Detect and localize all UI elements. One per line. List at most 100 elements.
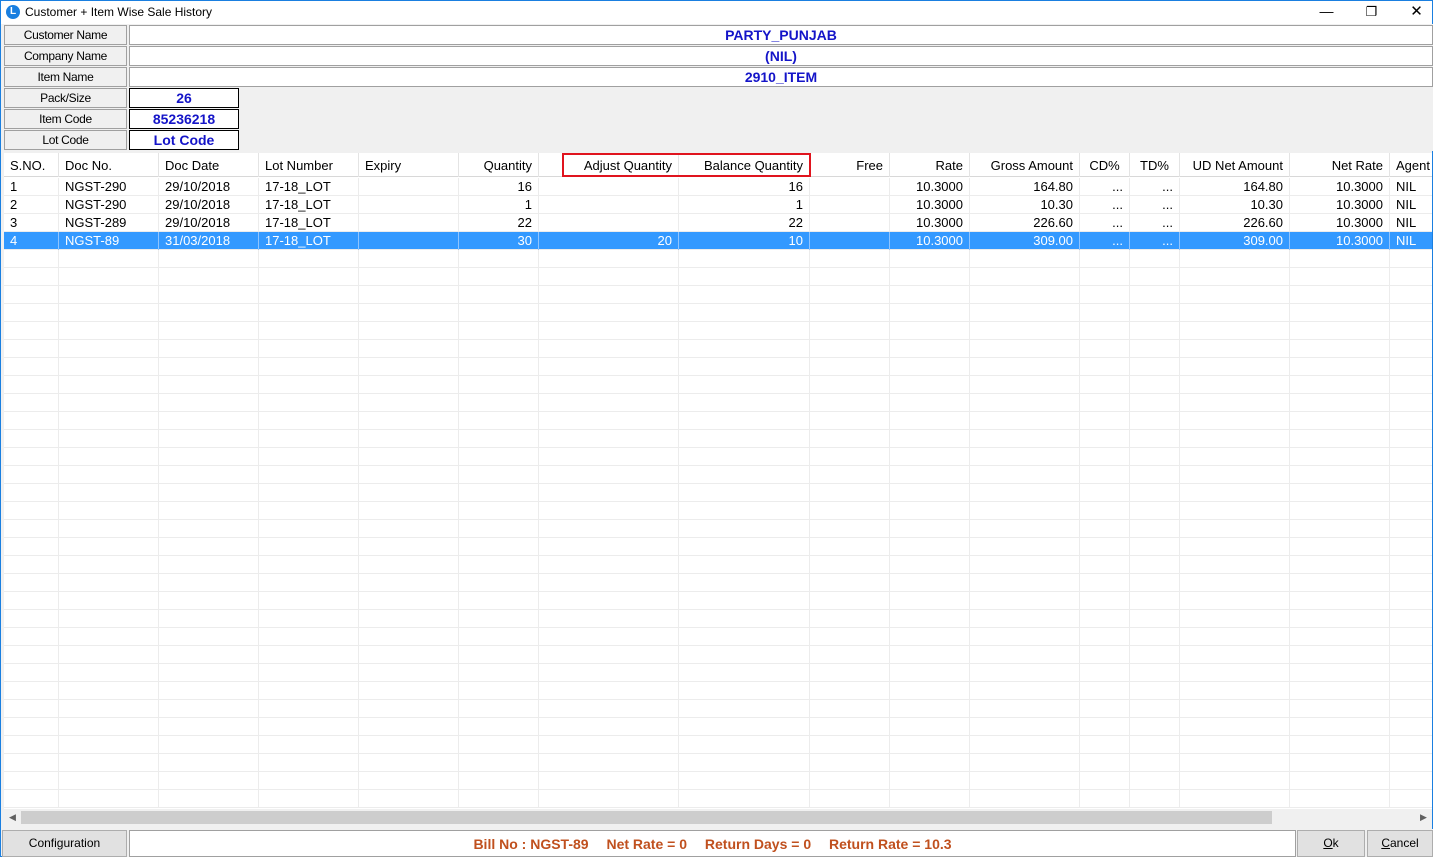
cell-doc-date[interactable] bbox=[159, 556, 259, 574]
cell-cd-pct[interactable] bbox=[1080, 682, 1130, 700]
cell-doc-no[interactable] bbox=[59, 304, 159, 322]
cell-lot-number[interactable] bbox=[259, 394, 359, 412]
cell-rate[interactable] bbox=[890, 682, 970, 700]
cell-lot-number[interactable]: 17-18_LOT bbox=[259, 178, 359, 196]
restore-button[interactable]: ❐ bbox=[1349, 1, 1394, 23]
cell-net-rate[interactable] bbox=[1290, 664, 1390, 682]
cell-doc-no[interactable] bbox=[59, 502, 159, 520]
cell-ud-net-amount[interactable] bbox=[1180, 772, 1290, 790]
cell-doc-date[interactable]: 31/03/2018 bbox=[159, 232, 259, 250]
cell-doc-no[interactable] bbox=[59, 484, 159, 502]
cell-sno[interactable] bbox=[4, 610, 59, 628]
cell-adjust-quantity[interactable] bbox=[539, 250, 679, 268]
cell-adjust-quantity[interactable] bbox=[539, 520, 679, 538]
cell-td-pct[interactable] bbox=[1130, 700, 1180, 718]
cell-doc-date[interactable] bbox=[159, 736, 259, 754]
cell-quantity[interactable] bbox=[459, 322, 539, 340]
cell-balance-quantity[interactable] bbox=[679, 394, 810, 412]
cell-net-rate[interactable] bbox=[1290, 502, 1390, 520]
cell-quantity[interactable] bbox=[459, 376, 539, 394]
cell-sno[interactable] bbox=[4, 286, 59, 304]
cell-net-rate[interactable] bbox=[1290, 628, 1390, 646]
cell-gross-amount[interactable] bbox=[970, 430, 1080, 448]
cell-expiry[interactable] bbox=[359, 790, 459, 808]
cell-rate[interactable] bbox=[890, 610, 970, 628]
cell-adjust-quantity[interactable] bbox=[539, 718, 679, 736]
cell-doc-date[interactable] bbox=[159, 790, 259, 808]
cell-doc-date[interactable] bbox=[159, 466, 259, 484]
cell-cd-pct[interactable] bbox=[1080, 556, 1130, 574]
cell-cd-pct[interactable]: ... bbox=[1080, 178, 1130, 196]
cell-cd-pct[interactable] bbox=[1080, 502, 1130, 520]
scrollbar-thumb[interactable] bbox=[21, 811, 1272, 824]
cell-adjust-quantity[interactable] bbox=[539, 484, 679, 502]
cell-doc-no[interactable] bbox=[59, 448, 159, 466]
cell-adjust-quantity[interactable] bbox=[539, 592, 679, 610]
cell-lot-number[interactable] bbox=[259, 358, 359, 376]
cell-cd-pct[interactable] bbox=[1080, 610, 1130, 628]
cell-lot-number[interactable] bbox=[259, 520, 359, 538]
cell-agent[interactable]: NIL bbox=[1390, 214, 1432, 232]
cell-net-rate[interactable] bbox=[1290, 592, 1390, 610]
cell-ud-net-amount[interactable] bbox=[1180, 574, 1290, 592]
horizontal-scrollbar[interactable]: ◀ ▶ bbox=[4, 809, 1432, 826]
cell-cd-pct[interactable] bbox=[1080, 286, 1130, 304]
cell-lot-number[interactable] bbox=[259, 286, 359, 304]
cell-adjust-quantity[interactable]: 20 bbox=[539, 232, 679, 250]
cell-agent[interactable] bbox=[1390, 538, 1432, 556]
cell-td-pct[interactable] bbox=[1130, 790, 1180, 808]
cell-ud-net-amount[interactable] bbox=[1180, 394, 1290, 412]
cell-quantity[interactable] bbox=[459, 430, 539, 448]
cell-rate[interactable]: 10.3000 bbox=[890, 178, 970, 196]
cell-adjust-quantity[interactable] bbox=[539, 502, 679, 520]
cell-gross-amount[interactable] bbox=[970, 520, 1080, 538]
cell-expiry[interactable] bbox=[359, 754, 459, 772]
cell-doc-no[interactable] bbox=[59, 322, 159, 340]
column-header-rate[interactable]: Rate bbox=[890, 153, 970, 177]
cell-doc-date[interactable] bbox=[159, 484, 259, 502]
cell-quantity[interactable] bbox=[459, 304, 539, 322]
cell-gross-amount[interactable]: 309.00 bbox=[970, 232, 1080, 250]
cell-expiry[interactable] bbox=[359, 430, 459, 448]
cell-gross-amount[interactable] bbox=[970, 790, 1080, 808]
cell-rate[interactable]: 10.3000 bbox=[890, 232, 970, 250]
cell-ud-net-amount[interactable] bbox=[1180, 358, 1290, 376]
cell-lot-number[interactable] bbox=[259, 574, 359, 592]
table-row[interactable]: 2 NGST-290 29/10/2018 17-18_LOT 1 1 10.3000 10.… bbox=[4, 196, 1432, 214]
cell-balance-quantity[interactable] bbox=[679, 754, 810, 772]
cell-rate[interactable] bbox=[890, 664, 970, 682]
cell-td-pct[interactable] bbox=[1130, 268, 1180, 286]
cell-rate[interactable] bbox=[890, 286, 970, 304]
cell-balance-quantity[interactable] bbox=[679, 466, 810, 484]
cell-ud-net-amount[interactable] bbox=[1180, 286, 1290, 304]
cell-gross-amount[interactable] bbox=[970, 574, 1080, 592]
cell-adjust-quantity[interactable] bbox=[539, 466, 679, 484]
cell-quantity[interactable] bbox=[459, 664, 539, 682]
cell-gross-amount[interactable] bbox=[970, 448, 1080, 466]
cell-expiry[interactable] bbox=[359, 322, 459, 340]
cell-cd-pct[interactable] bbox=[1080, 754, 1130, 772]
cell-ud-net-amount[interactable] bbox=[1180, 340, 1290, 358]
cell-doc-no[interactable] bbox=[59, 574, 159, 592]
cell-quantity[interactable] bbox=[459, 574, 539, 592]
cell-net-rate[interactable] bbox=[1290, 286, 1390, 304]
cell-doc-date[interactable] bbox=[159, 340, 259, 358]
cell-ud-net-amount[interactable] bbox=[1180, 646, 1290, 664]
cell-doc-no[interactable] bbox=[59, 538, 159, 556]
cell-free[interactable] bbox=[810, 682, 890, 700]
cell-cd-pct[interactable] bbox=[1080, 304, 1130, 322]
cell-sno[interactable] bbox=[4, 628, 59, 646]
cell-rate[interactable] bbox=[890, 520, 970, 538]
cell-ud-net-amount[interactable] bbox=[1180, 592, 1290, 610]
cell-sno[interactable] bbox=[4, 376, 59, 394]
cell-balance-quantity[interactable] bbox=[679, 430, 810, 448]
cell-net-rate[interactable] bbox=[1290, 700, 1390, 718]
cell-gross-amount[interactable] bbox=[970, 682, 1080, 700]
cell-ud-net-amount[interactable] bbox=[1180, 682, 1290, 700]
cell-doc-date[interactable] bbox=[159, 718, 259, 736]
cell-expiry[interactable] bbox=[359, 304, 459, 322]
cell-sno[interactable] bbox=[4, 718, 59, 736]
cell-td-pct[interactable] bbox=[1130, 664, 1180, 682]
cell-cd-pct[interactable] bbox=[1080, 790, 1130, 808]
cell-balance-quantity[interactable] bbox=[679, 340, 810, 358]
